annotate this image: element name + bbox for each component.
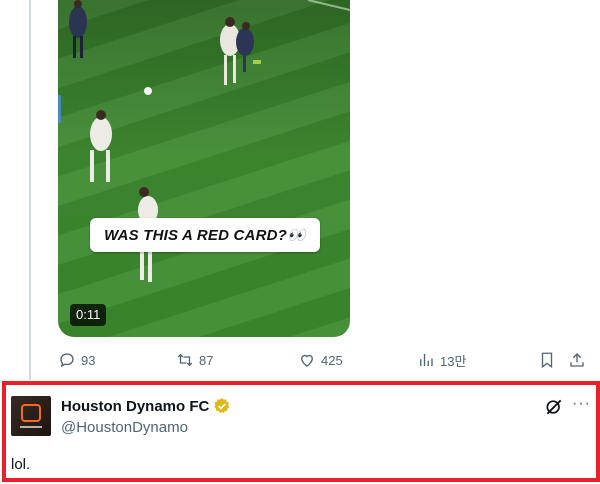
like-button[interactable]: 425 [298,348,343,372]
reply-count: 93 [81,352,96,368]
views-icon [420,354,433,366]
reply-icon [60,353,74,368]
player-figure [69,0,87,58]
views-button[interactable]: 13만 [417,348,466,372]
player-figure [220,17,240,85]
video-caption: WAS THIS A RED CARD?👀 [90,218,320,252]
club-crest-logo [21,404,41,422]
display-name: Houston Dynamo FC [61,397,210,415]
share-icon [570,353,584,367]
player-figure [236,22,261,72]
reply-button[interactable]: 93 [58,348,95,372]
tweet-video[interactable]: WAS THIS A RED CARD?👀 0:11 [58,0,350,337]
avatar[interactable] [11,396,51,436]
repost-count: 87 [199,352,214,368]
reply-author-handle[interactable]: @HoustonDynamo [61,419,188,436]
tweet-action-bar: 93 87 425 13만 [58,348,598,372]
more-icon[interactable]: ··· [572,395,591,413]
bookmark-button[interactable] [538,348,556,372]
football [144,87,152,95]
reply-text: lol. [11,456,31,473]
repost-button[interactable]: 87 [176,348,213,372]
share-button[interactable] [568,348,586,372]
highlighted-reply-tweet[interactable]: Houston Dynamo FC @HoustonDynamo ··· lol… [2,381,600,482]
like-icon [301,354,313,367]
repost-icon [177,353,193,367]
grok-icon[interactable] [544,397,564,417]
views-count: 13만 [440,353,467,369]
player-figure [90,110,112,182]
thread-connector-line [29,0,31,380]
video-frame [58,0,350,282]
verified-badge-icon [214,398,230,413]
like-count: 425 [321,352,343,368]
reply-author-name[interactable]: Houston Dynamo FC [61,397,231,415]
video-duration-badge: 0:11 [70,304,107,326]
bookmark-icon [541,352,553,369]
